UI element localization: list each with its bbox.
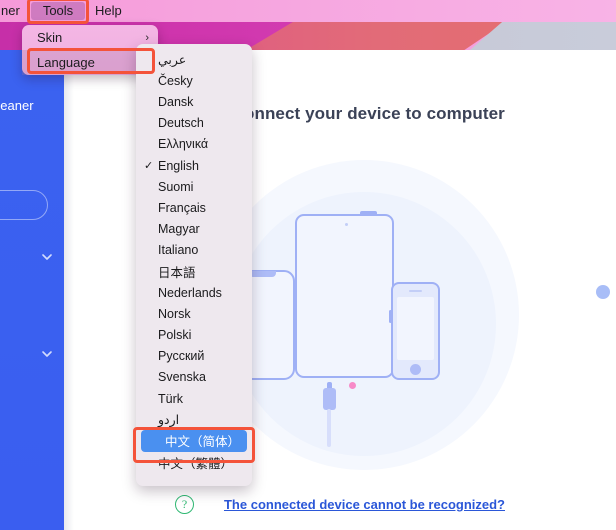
language-option[interactable]: 中文（简体） [141,430,247,452]
device-not-recognized-link[interactable]: The connected device cannot be recognize… [224,497,505,512]
language-option[interactable]: Русский [136,346,252,367]
language-option[interactable]: Français [136,197,252,218]
lightning-cable-wire [327,409,331,447]
chevron-right-icon: › [145,31,149,44]
language-option[interactable]: Italiano [136,240,252,261]
language-option[interactable]: English [136,155,252,176]
language-option[interactable]: Suomi [136,176,252,197]
language-option[interactable]: Dansk [136,91,252,112]
iphone-notch [249,271,276,277]
language-option[interactable]: Polski [136,324,252,345]
menubar: ner Tools Help [0,0,616,22]
menu-item-skin-label: Skin [37,30,63,45]
lightning-cable-head [323,388,336,410]
language-option[interactable]: Magyar [136,219,252,240]
language-option[interactable]: Türk [136,388,252,409]
language-option[interactable]: 日本語 [136,261,252,282]
sidebar: Cleaner [0,50,64,530]
language-option[interactable]: اردو [136,409,252,430]
question-mark-icon: ? [174,495,194,514]
language-submenu: عربيČeskyDanskDeutschΕλληνικάEnglishSuom… [136,44,252,486]
iphone-screen [397,297,434,360]
iphone-speaker [409,290,422,292]
language-option[interactable]: Deutsch [136,113,252,134]
language-option[interactable]: Česky [136,70,252,91]
menubar-item-help[interactable]: Help [88,2,129,20]
sidebar-brand-label: Cleaner [0,98,34,113]
ipad-top-button [360,211,377,216]
menubar-item-tools[interactable]: Tools [31,2,85,20]
iphone-home-button-icon [389,282,440,380]
language-option[interactable]: Ελληνικά [136,134,252,155]
language-option[interactable]: عربي [136,49,252,70]
ipad-camera [345,223,348,226]
menubar-item-cleaner[interactable]: ner [0,2,27,20]
decorative-dot-pink [349,382,356,389]
iphone-side-button [389,310,392,323]
app-window: ner Tools Help Cleaner Please connect yo… [0,0,616,530]
sidebar-action-pill[interactable] [0,190,48,220]
decorative-dot-blue [596,285,610,299]
language-option[interactable]: Svenska [136,367,252,388]
language-option[interactable]: Norsk [136,303,252,324]
ipad-icon [295,211,394,378]
menu-item-language-label: Language [37,55,95,70]
language-option[interactable]: 中文（繁體） [136,452,252,473]
chevron-down-icon[interactable] [40,347,54,361]
help-row: ? The connected device cannot be recogni… [64,495,616,514]
chevron-down-icon[interactable] [40,250,54,264]
iphone-home-button [410,364,421,375]
language-option[interactable]: Nederlands [136,282,252,303]
